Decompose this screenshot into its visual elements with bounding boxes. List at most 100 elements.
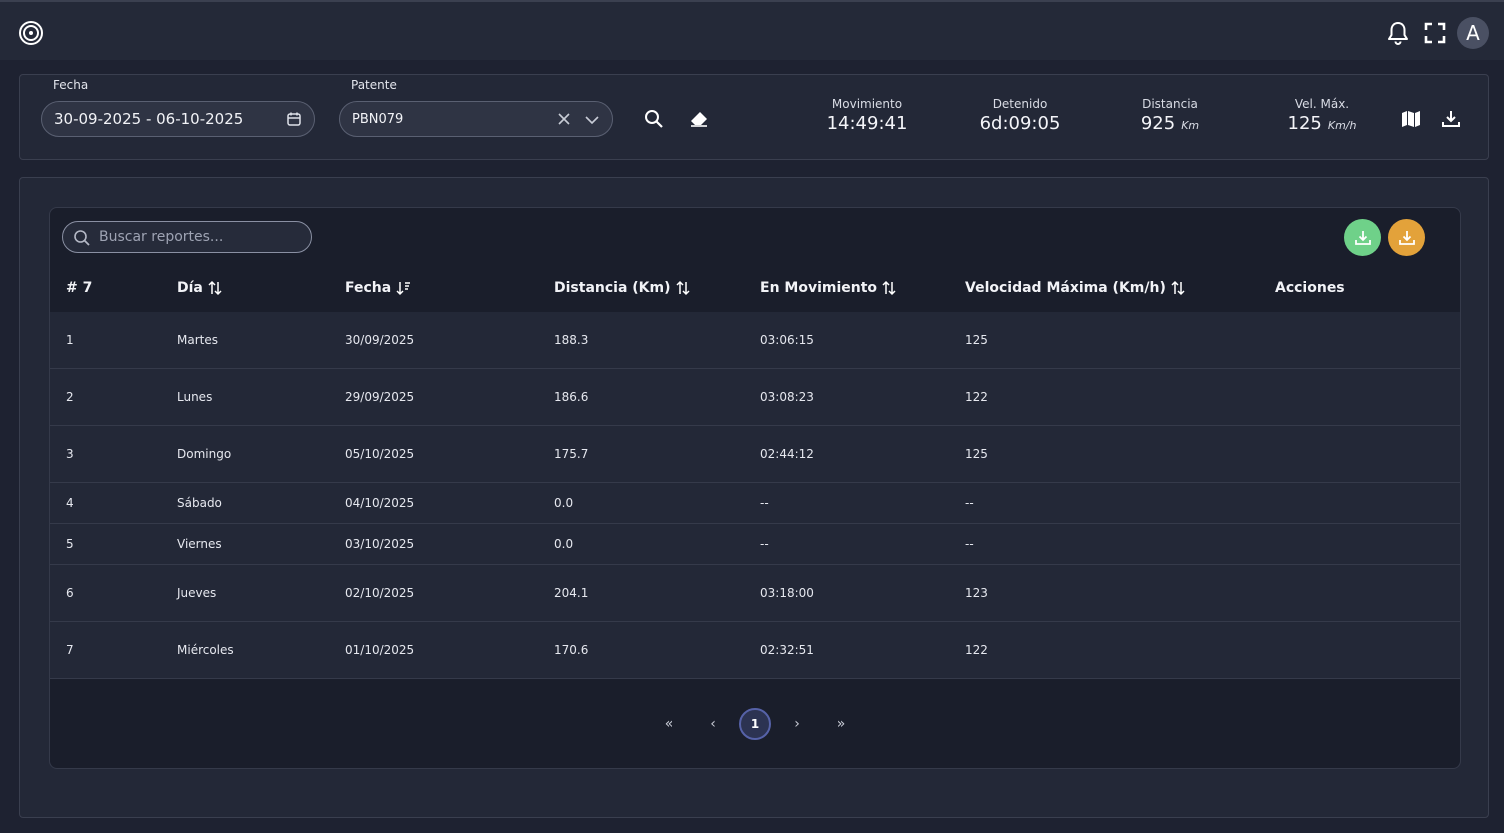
stat-distance: Distancia 925 Km (1130, 97, 1210, 134)
table-row[interactable]: 5 Viernes 03/10/2025 0.0 -- -- (50, 524, 1460, 565)
eraser-button[interactable] (687, 107, 711, 131)
plate-select[interactable]: PBN079 (339, 101, 613, 137)
cell-moving: -- (760, 537, 769, 551)
cell-moving: 02:32:51 (760, 643, 814, 657)
target-logo-icon[interactable] (19, 21, 43, 45)
stat-movement-label: Movimiento (831, 97, 903, 111)
cell-moving: -- (760, 496, 769, 510)
cell-moving: 03:18:00 (760, 586, 814, 600)
column-day[interactable]: Día (177, 280, 223, 296)
date-range-input[interactable]: 30-09-2025 - 06-10-2025 (41, 101, 315, 137)
cell-distance: 188.3 (554, 333, 589, 347)
stat-max-speed-unit: Km/h (1327, 119, 1357, 132)
cell-distance: 170.6 (554, 643, 589, 657)
column-distance[interactable]: Distancia (Km) (554, 280, 691, 296)
fullscreen-icon[interactable] (1422, 20, 1448, 46)
avatar-letter: A (1466, 21, 1480, 45)
date-label: Fecha (53, 78, 89, 92)
table-row[interactable]: 3 Domingo 05/10/2025 175.7 02:44:12 125 (50, 426, 1460, 483)
column-distance-label: Distancia (Km) (554, 280, 671, 296)
stat-movement: Movimiento 14:49:41 (826, 97, 908, 134)
chevron-left-icon: ‹ (710, 716, 716, 732)
search-reports-input[interactable]: Buscar reportes... (62, 221, 312, 253)
cell-date: 04/10/2025 (345, 496, 415, 510)
cell-max-speed: -- (965, 496, 974, 510)
cell-distance: 204.1 (554, 586, 589, 600)
reports-table-card: Buscar reportes... # 7 Día Fecha Distanc… (49, 207, 1461, 769)
cell-max-speed: 122 (965, 390, 988, 404)
download-green-button[interactable] (1344, 219, 1381, 256)
table-row[interactable]: 6 Jueves 02/10/2025 204.1 03:18:00 123 (50, 565, 1460, 622)
cell-max-speed: 125 (965, 447, 988, 461)
first-page-button[interactable]: « (653, 708, 685, 740)
cell-max-speed: 123 (965, 586, 988, 600)
sort-desc-icon (396, 282, 411, 296)
cell-distance: 0.0 (554, 537, 574, 551)
cell-index: 6 (66, 586, 74, 600)
stat-movement-value: 14:49:41 (826, 113, 908, 134)
cell-distance: 0.0 (554, 496, 574, 510)
cell-day: Sábado (177, 496, 222, 510)
column-actions: Acciones (1275, 280, 1345, 296)
table-row[interactable]: 2 Lunes 29/09/2025 186.6 03:08:23 122 (50, 369, 1460, 426)
column-date-label: Fecha (345, 280, 392, 296)
cell-date: 01/10/2025 (345, 643, 415, 657)
cell-index: 7 (66, 643, 74, 657)
search-reports-placeholder: Buscar reportes... (99, 229, 224, 245)
cell-moving: 03:06:15 (760, 333, 814, 347)
last-page-button[interactable]: » (825, 708, 857, 740)
cell-day: Jueves (177, 586, 217, 600)
clear-icon[interactable] (556, 111, 572, 131)
column-moving-label: En Movimiento (760, 280, 878, 296)
stat-stopped-label: Detenido (992, 97, 1048, 111)
stat-stopped: Detenido 6d:09:05 (976, 97, 1064, 134)
plate-value: PBN079 (352, 111, 404, 127)
cell-max-speed: 125 (965, 333, 988, 347)
cell-index: 3 (66, 447, 74, 461)
cell-day: Viernes (177, 537, 222, 551)
stat-distance-unit: Km (1181, 119, 1200, 132)
next-page-button[interactable]: › (781, 708, 813, 740)
cell-date: 02/10/2025 (345, 586, 415, 600)
pagination: « ‹ 1 › » (50, 704, 1460, 744)
stat-stopped-value: 6d:09:05 (979, 113, 1061, 134)
cell-day: Miércoles (177, 643, 234, 657)
download-button[interactable] (1439, 107, 1463, 131)
cell-day: Martes (177, 333, 218, 347)
cell-date: 30/09/2025 (345, 333, 415, 347)
table-header: # 7 Día Fecha Distancia (Km) En Movimien… (50, 260, 1460, 312)
cell-day: Lunes (177, 390, 213, 404)
table-row[interactable]: 1 Martes 30/09/2025 188.3 03:06:15 125 (50, 312, 1460, 369)
search-button[interactable] (642, 107, 666, 131)
column-date[interactable]: Fecha (345, 280, 411, 296)
prev-page-button[interactable]: ‹ (697, 708, 729, 740)
stat-max-speed-label: Vel. Máx. (1294, 97, 1350, 111)
column-moving[interactable]: En Movimiento (760, 280, 897, 296)
table-row[interactable]: 4 Sábado 04/10/2025 0.0 -- -- (50, 483, 1460, 524)
current-page-number: 1 (750, 717, 760, 731)
calendar-icon[interactable] (286, 111, 302, 131)
cell-distance: 186.6 (554, 390, 589, 404)
stat-max-speed-value: 125 (1287, 113, 1322, 134)
download-orange-button[interactable] (1388, 219, 1425, 256)
chevron-down-icon[interactable] (584, 112, 600, 132)
cell-index: 5 (66, 537, 74, 551)
stat-distance-label: Distancia (1142, 97, 1198, 111)
cell-date: 29/09/2025 (345, 390, 415, 404)
search-icon (645, 110, 663, 128)
cell-day: Domingo (177, 447, 232, 461)
cell-date: 03/10/2025 (345, 537, 415, 551)
sort-icon (1171, 280, 1185, 296)
eraser-icon (691, 112, 707, 127)
map-button[interactable] (1399, 107, 1423, 131)
sort-icon (208, 280, 222, 296)
avatar[interactable]: A (1457, 17, 1489, 49)
table-row[interactable]: 7 Miércoles 01/10/2025 170.6 02:32:51 12… (50, 622, 1460, 679)
column-max-speed[interactable]: Velocidad Máxima (Km/h) (965, 280, 1186, 296)
bell-icon[interactable] (1385, 20, 1411, 46)
page-1-button[interactable]: 1 (739, 708, 771, 740)
download-icon (1354, 230, 1371, 245)
column-actions-label: Acciones (1275, 280, 1345, 296)
column-day-label: Día (177, 280, 203, 296)
cell-max-speed: -- (965, 537, 974, 551)
